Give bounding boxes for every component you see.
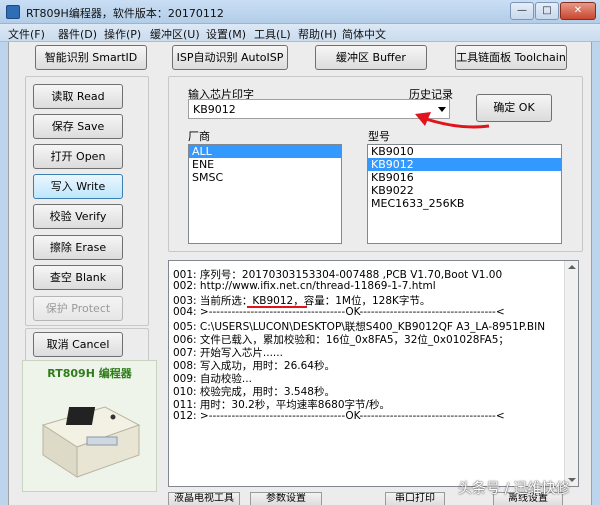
verify-button[interactable]: 校验 Verify bbox=[33, 204, 123, 229]
app-icon bbox=[6, 5, 20, 19]
annotation-underline bbox=[247, 306, 307, 308]
window-title: RT809H编程器，软件版本：20170112 bbox=[26, 7, 224, 20]
model-list[interactable]: KB9010 KB9012 KB9016 KB9022 MEC1633_256K… bbox=[367, 144, 562, 244]
save-button[interactable]: 保存 Save bbox=[33, 114, 123, 139]
annotation-arrow-icon bbox=[415, 112, 490, 129]
log-output[interactable]: 001: 序列号：20170303153304-007488 ,PCB V1.7… bbox=[168, 260, 579, 487]
log-line: 004: >----------------------------------… bbox=[173, 306, 505, 318]
cancel-button[interactable]: 取消 Cancel bbox=[33, 332, 123, 357]
photo-title: RT809H 编程器 bbox=[47, 367, 132, 380]
menu-buffer[interactable]: 缓冲区(U) bbox=[150, 26, 200, 42]
programmer-device-icon bbox=[41, 406, 141, 478]
programmer-photo: RT809H 编程器 bbox=[22, 360, 157, 492]
list-item[interactable]: KB9010 bbox=[368, 145, 561, 158]
menu-settings[interactable]: 设置(M) bbox=[206, 26, 246, 42]
list-item[interactable]: ENE bbox=[189, 158, 341, 171]
menu-tools[interactable]: 工具(L) bbox=[254, 26, 291, 42]
maximize-button[interactable]: □ bbox=[535, 2, 559, 20]
vendor-label: 厂商 bbox=[188, 130, 210, 143]
vendor-list[interactable]: ALL ENE SMSC bbox=[188, 144, 342, 244]
list-item[interactable]: MEC1633_256KB bbox=[368, 197, 561, 210]
title-bar: RT809H编程器，软件版本：20170112 — □ ✕ bbox=[0, 0, 600, 24]
protect-button: 保护 Protect bbox=[33, 296, 123, 321]
minimize-button[interactable]: — bbox=[510, 2, 534, 20]
menu-file[interactable]: 文件(F) bbox=[8, 26, 45, 42]
menu-bar: 文件(F) 器件(D) 操作(P) 缓冲区(U) 设置(M) 工具(L) 帮助(… bbox=[0, 24, 600, 42]
toolchain-button[interactable]: 工具链面板 Toolchain bbox=[455, 45, 567, 70]
menu-language[interactable]: 简体中文 bbox=[342, 26, 386, 42]
list-item[interactable]: KB9012 bbox=[368, 158, 561, 171]
chip-input-value: KB9012 bbox=[193, 103, 236, 116]
list-item[interactable]: KB9016 bbox=[368, 171, 561, 184]
log-line: 012: >----------------------------------… bbox=[173, 410, 505, 422]
close-button[interactable]: ✕ bbox=[560, 2, 596, 20]
list-item[interactable]: SMSC bbox=[189, 171, 341, 184]
tab-lcd-tv-tools[interactable]: 液晶电视工具 bbox=[168, 492, 240, 505]
main-window: 智能识别 SmartID ISP自动识别 AutoISP 缓冲区 Buffer … bbox=[8, 42, 592, 505]
write-button[interactable]: 写入 Write bbox=[33, 174, 123, 199]
watermark: 头条号 / 迅维快修 bbox=[458, 481, 570, 497]
tab-parameter-settings[interactable]: 参数设置 bbox=[250, 492, 322, 505]
buffer-button[interactable]: 缓冲区 Buffer bbox=[315, 45, 427, 70]
menu-device[interactable]: 器件(D) bbox=[58, 26, 97, 42]
menu-help[interactable]: 帮助(H) bbox=[298, 26, 337, 42]
log-line: 002: http://www.ifix.net.cn/thread-11869… bbox=[173, 280, 436, 292]
smartid-button[interactable]: 智能识别 SmartID bbox=[35, 45, 147, 70]
autoisp-button[interactable]: ISP自动识别 AutoISP bbox=[172, 45, 288, 70]
list-item[interactable]: ALL bbox=[189, 145, 341, 158]
model-label: 型号 bbox=[368, 130, 390, 143]
blank-button[interactable]: 查空 Blank bbox=[33, 265, 123, 290]
menu-operate[interactable]: 操作(P) bbox=[104, 26, 141, 42]
open-button[interactable]: 打开 Open bbox=[33, 144, 123, 169]
read-button[interactable]: 读取 Read bbox=[33, 84, 123, 109]
list-item[interactable]: KB9022 bbox=[368, 184, 561, 197]
scroll-up-icon[interactable] bbox=[568, 265, 576, 269]
erase-button[interactable]: 擦除 Erase bbox=[33, 235, 123, 260]
log-scrollbar[interactable] bbox=[564, 261, 578, 486]
tab-serial-print[interactable]: 串口打印 bbox=[385, 492, 445, 505]
